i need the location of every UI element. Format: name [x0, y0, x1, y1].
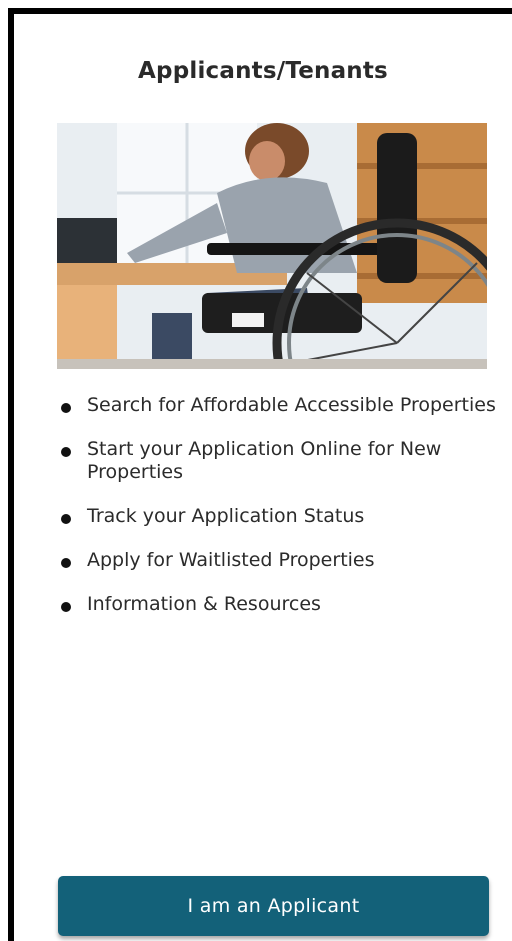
applicant-photo	[57, 123, 487, 369]
feature-waitlist-label: Apply for Waitlisted Properties	[87, 549, 375, 571]
feature-start-application-label: Start your Application Online for New Pr…	[87, 438, 442, 483]
list-item: Search for Affordable Accessible Propert…	[58, 394, 498, 417]
i-am-applicant-button[interactable]: I am an Applicant	[58, 876, 489, 936]
list-item: Information & Resources	[58, 593, 498, 616]
list-item: Apply for Waitlisted Properties	[58, 549, 498, 572]
bullet-icon	[61, 403, 71, 413]
bullet-icon	[61, 558, 71, 568]
section-title: Applicants/Tenants	[138, 58, 388, 84]
list-item: Start your Application Online for New Pr…	[58, 438, 498, 484]
bullet-icon	[61, 447, 71, 457]
feature-list: Search for Affordable Accessible Propert…	[58, 394, 498, 637]
list-item: Track your Application Status	[58, 505, 498, 528]
feature-resources-label: Information & Resources	[87, 593, 321, 615]
bullet-icon	[61, 602, 71, 612]
bullet-icon	[61, 514, 71, 524]
applicants-card: Applicants/Tenants Search for Affordable…	[8, 8, 512, 941]
feature-search-label: Search for Affordable Accessible Propert…	[87, 394, 496, 416]
feature-track-status-label: Track your Application Status	[87, 505, 365, 527]
